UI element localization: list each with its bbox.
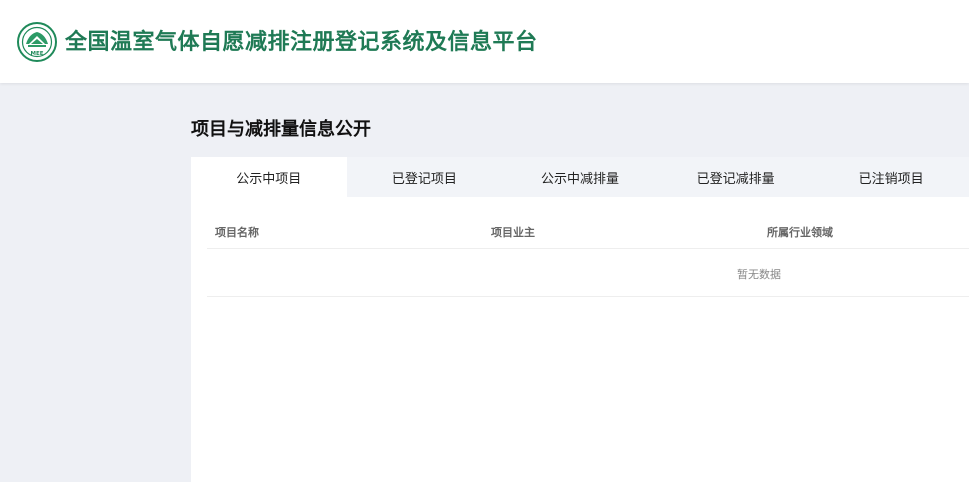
tab-registered-reductions[interactable]: 已登记减排量 [658,157,814,197]
svg-text:MEE: MEE [31,51,44,57]
tab-registered-projects[interactable]: 已登记项目 [347,157,503,197]
site-title: 全国温室气体自愿减排注册登记系统及信息平台 [65,30,538,55]
project-info-panel: 公示中项目 已登记项目 公示中减排量 已登记减排量 已注销项目 项目名称 项目业… [191,157,969,482]
column-header-project-owner: 项目业主 [491,226,535,239]
table-header: 项目名称 项目业主 所属行业领域 [207,215,969,249]
empty-state-text: 暂无数据 [737,268,781,281]
table-empty-row: 暂无数据 [207,249,969,297]
mee-logo-icon: MEE [17,22,57,62]
column-header-project-name: 项目名称 [215,226,259,239]
tab-cancelled-projects[interactable]: 已注销项目 [813,157,969,197]
tab-bar: 公示中项目 已登记项目 公示中减排量 已登记减排量 已注销项目 [191,157,969,197]
top-header: MEE 全国温室气体自愿减排注册登记系统及信息平台 [0,0,969,83]
tab-publicizing-projects[interactable]: 公示中项目 [191,157,347,197]
tab-publicizing-reductions[interactable]: 公示中减排量 [502,157,658,197]
page-title: 项目与减排量信息公开 [191,119,371,140]
column-header-industry: 所属行业领域 [767,226,833,239]
